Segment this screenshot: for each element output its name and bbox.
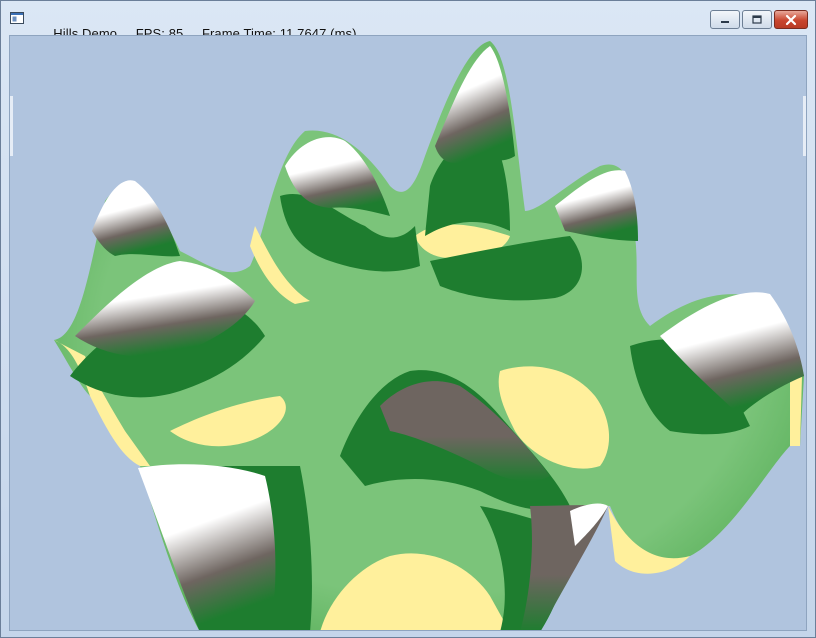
peak-bottom-left [138,464,276,630]
app-window: Hills Demo FPS: 85 Frame Time: 11.7647 (… [0,0,816,638]
app-icon [10,12,24,24]
sand-far-right [790,376,802,446]
title-bar[interactable]: Hills Demo FPS: 85 Frame Time: 11.7647 (… [1,1,815,41]
close-button[interactable] [774,10,808,29]
maximize-icon [752,14,762,24]
peak-upper-left [92,180,180,257]
render-viewport[interactable] [9,35,807,631]
minimize-button[interactable] [710,10,740,29]
maximize-button[interactable] [742,10,772,29]
minimize-icon [721,20,729,23]
hills-terrain [54,41,804,630]
close-icon [785,14,797,25]
peak-right [555,170,638,241]
